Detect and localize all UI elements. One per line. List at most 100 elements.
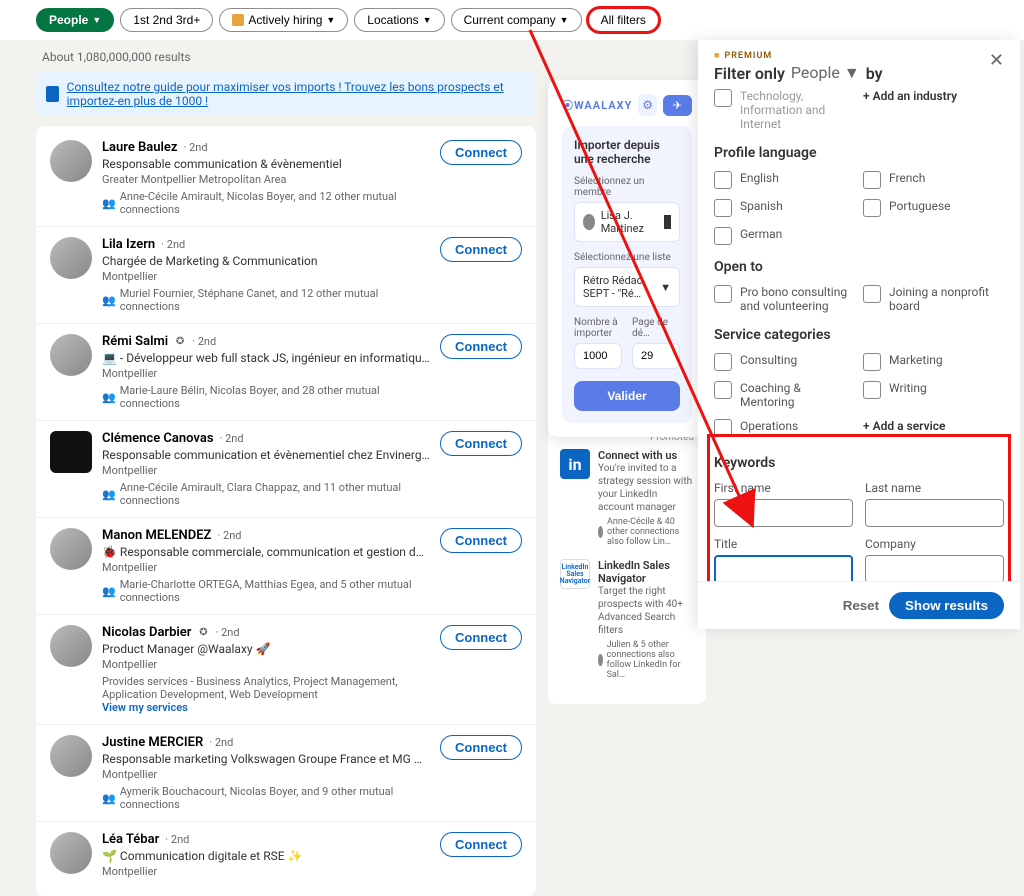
- add-industry-link[interactable]: Add an industry: [863, 89, 1004, 131]
- drawer-people-select[interactable]: People ▼: [791, 63, 860, 83]
- person-name[interactable]: Léa Tébar: [102, 832, 159, 847]
- connect-button[interactable]: Connect: [440, 832, 522, 857]
- svc-marketing-checkbox[interactable]: Marketing: [863, 353, 1004, 371]
- linkedin-flag-icon: [664, 215, 671, 229]
- person-headline: Responsable marketing Volkswagen Groupe …: [102, 752, 430, 766]
- wx-validate-button[interactable]: Valider: [574, 381, 680, 411]
- svc-coaching-checkbox[interactable]: Coaching & Mentoring: [714, 381, 855, 409]
- avatar[interactable]: [50, 140, 92, 182]
- connection-degree: · 2nd: [220, 432, 244, 445]
- wx-page-label: Page de dé…: [632, 317, 680, 339]
- import-guide-link[interactable]: Consultez notre guide pour maximiser vos…: [67, 80, 526, 108]
- title-input[interactable]: [714, 555, 853, 581]
- connect-button[interactable]: Connect: [440, 334, 522, 359]
- last-name-input[interactable]: [865, 499, 1004, 527]
- person-row[interactable]: Clémence Canovas· 2nd Responsable commun…: [36, 421, 536, 518]
- connect-button[interactable]: Connect: [440, 735, 522, 760]
- connect-button[interactable]: Connect: [440, 528, 522, 553]
- connect-button[interactable]: Connect: [440, 431, 522, 456]
- person-row[interactable]: Manon MELENDEZ· 2nd 🐞 Responsable commer…: [36, 518, 536, 615]
- wx-count-input[interactable]: [574, 343, 622, 369]
- svc-writing-checkbox[interactable]: Writing: [863, 381, 1004, 409]
- filter-current-company[interactable]: Current company ▼: [451, 8, 582, 32]
- wx-member-select[interactable]: Lisa J. Martinez: [574, 202, 680, 242]
- avatar-icon: [583, 214, 595, 230]
- filter-people[interactable]: People ▼: [36, 8, 114, 32]
- sales-navigator-logo-icon: LinkedInSales Navigator: [560, 559, 590, 589]
- reset-button[interactable]: Reset: [843, 592, 879, 619]
- person-row[interactable]: Justine MERCIER · 2nd Responsable marketi…: [36, 725, 536, 822]
- person-location: Montpellier: [102, 561, 430, 574]
- lang-portuguese-checkbox[interactable]: Portuguese: [863, 199, 1004, 217]
- title-label: Title: [714, 537, 853, 551]
- mutual-icon: 👥: [102, 391, 116, 404]
- person-row[interactable]: Nicolas Darbier✪· 2nd Product Manager @W…: [36, 615, 536, 725]
- add-service-link[interactable]: Add a service: [863, 419, 1004, 437]
- svc-consulting-checkbox[interactable]: Consulting: [714, 353, 855, 371]
- person-location: Montpellier: [102, 658, 430, 671]
- lang-spanish-checkbox[interactable]: Spanish: [714, 199, 855, 217]
- mutual-icon: 👥: [102, 294, 116, 307]
- person-name[interactable]: Laure Baulez: [102, 140, 178, 155]
- avatar[interactable]: [50, 237, 92, 279]
- connect-button[interactable]: Connect: [440, 625, 522, 650]
- person-row[interactable]: Léa Tébar· 2nd 🌱 Communication digitale …: [36, 822, 536, 892]
- person-location: Montpellier: [102, 270, 430, 283]
- person-name[interactable]: Justine MERCIER: [102, 735, 203, 750]
- lang-french-checkbox[interactable]: French: [863, 171, 1004, 189]
- view-services-link[interactable]: View my services: [102, 701, 430, 714]
- promo-item[interactable]: LinkedInSales Navigator LinkedIn Sales N…: [560, 559, 694, 680]
- gear-icon[interactable]: ⚙: [638, 94, 656, 116]
- mutual-icon: 👥: [102, 585, 116, 598]
- filter-all-filters[interactable]: All filters: [588, 8, 659, 32]
- person-headline: Responsable communication & évènementiel: [102, 157, 430, 171]
- first-name-input[interactable]: [714, 499, 853, 527]
- person-name[interactable]: Manon MELENDEZ: [102, 528, 211, 543]
- filter-connections[interactable]: 1st 2nd 3rd+: [120, 8, 213, 32]
- avatar[interactable]: [50, 735, 92, 777]
- results-count: About 1,080,000,000 results: [36, 40, 536, 72]
- open-probono-checkbox[interactable]: Pro bono consulting and volunteering: [714, 285, 855, 313]
- industry-checkbox[interactable]: Technology, Information and Internet: [714, 89, 855, 131]
- avatar[interactable]: [50, 528, 92, 570]
- section-service-categories: Service categories: [714, 327, 1004, 343]
- promo-title: Connect with us: [598, 449, 694, 462]
- wx-list-select[interactable]: Rétro Rédac SEPT - "Ré… ▼: [574, 267, 680, 307]
- close-icon[interactable]: ✕: [989, 50, 1004, 71]
- mutual-connections: Muriel Fournier, Stéphane Canet, and 12 …: [120, 287, 430, 313]
- person-headline: Product Manager @Waalaxy 🚀: [102, 642, 430, 656]
- company-input[interactable]: [865, 555, 1004, 581]
- guide-icon: [46, 86, 59, 102]
- connection-degree: · 2nd: [209, 736, 233, 749]
- avatar[interactable]: [50, 334, 92, 376]
- person-name[interactable]: Clémence Canovas: [102, 431, 214, 446]
- promoted-panel: Promoted in Connect with us You're invit…: [548, 420, 706, 704]
- person-row[interactable]: Laure Baulez · 2nd Responsable communicat…: [36, 130, 536, 227]
- person-name[interactable]: Rémi Salmi: [102, 334, 168, 349]
- drawer-title: Filter only: [714, 64, 785, 83]
- filter-actively-hiring[interactable]: Actively hiring ▼: [219, 8, 348, 32]
- avatar-icon: [598, 526, 603, 538]
- connect-button[interactable]: Connect: [440, 237, 522, 262]
- person-row[interactable]: Lila Izern· 2nd Chargée de Marketing & C…: [36, 227, 536, 324]
- avatar[interactable]: [50, 625, 92, 667]
- avatar[interactable]: [50, 832, 92, 874]
- waalaxy-primary-button[interactable]: ✈: [663, 95, 692, 116]
- person-location: Montpellier: [102, 464, 430, 477]
- show-results-button[interactable]: Show results: [889, 592, 1004, 619]
- wx-page-input[interactable]: [632, 343, 680, 369]
- person-name[interactable]: Lila Izern: [102, 237, 155, 252]
- avatar-icon: [598, 654, 603, 666]
- wx-list-label: Sélectionnez une liste: [574, 252, 680, 263]
- person-row[interactable]: Rémi Salmi✪· 2nd 💻 - Développeur web ful…: [36, 324, 536, 421]
- section-keywords: Keywords: [714, 455, 1004, 471]
- avatar[interactable]: [50, 431, 92, 473]
- lang-german-checkbox[interactable]: German: [714, 227, 855, 245]
- connect-button[interactable]: Connect: [440, 140, 522, 165]
- lang-english-checkbox[interactable]: English: [714, 171, 855, 189]
- svc-operations-checkbox[interactable]: Operations: [714, 419, 855, 437]
- connection-degree: · 2nd: [184, 141, 208, 154]
- promo-item[interactable]: in Connect with us You're invited to a s…: [560, 449, 694, 547]
- open-nonprofit-checkbox[interactable]: Joining a nonprofit board: [863, 285, 1004, 313]
- filter-locations[interactable]: Locations ▼: [354, 8, 444, 32]
